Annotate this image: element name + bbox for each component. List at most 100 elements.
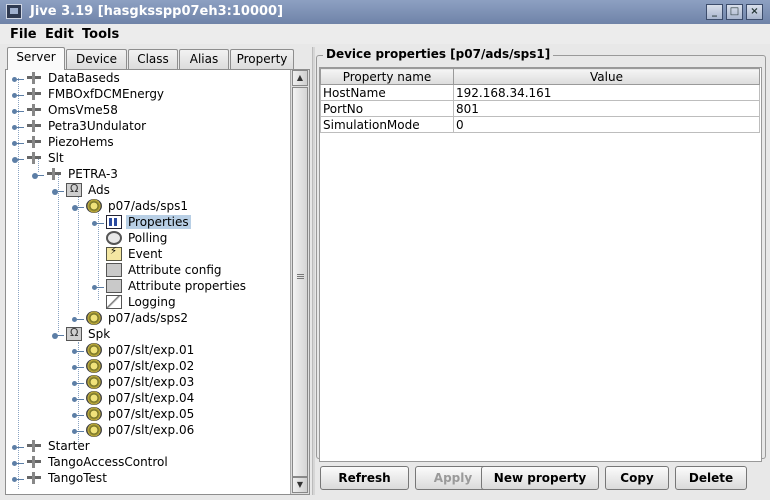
server-icon: [46, 167, 62, 181]
tree-scrollbar[interactable]: ▲ ▼: [290, 70, 309, 494]
tree-node[interactable]: p07/slt/exp.02: [72, 358, 196, 374]
property-name-cell[interactable]: PortNo: [320, 100, 454, 117]
menu-file[interactable]: File: [10, 27, 37, 42]
expand-handle-icon[interactable]: [72, 362, 84, 370]
device-icon: [86, 199, 102, 213]
menu-tools[interactable]: Tools: [82, 27, 119, 42]
device-icon: [86, 343, 102, 357]
tree-node[interactable]: OmsVme58: [12, 102, 120, 118]
menu-edit[interactable]: Edit: [45, 27, 74, 42]
tree-node[interactable]: Logging: [106, 294, 178, 310]
tree-node[interactable]: Attribute properties: [92, 278, 248, 294]
scroll-up-arrow-icon[interactable]: ▲: [292, 70, 308, 86]
expand-handle-icon[interactable]: [72, 410, 84, 418]
tree-node[interactable]: p07/ads/sps1: [72, 198, 190, 214]
right-pane: Device properties [p07/ads/sps1] Propert…: [316, 47, 766, 495]
apply-button[interactable]: Apply: [415, 466, 491, 490]
tree-node[interactable]: p07/ads/sps2: [72, 310, 190, 326]
server-icon: [26, 471, 42, 485]
expand-handle-icon[interactable]: [92, 218, 104, 226]
expand-handle-icon[interactable]: [72, 314, 84, 322]
tree-node-selected[interactable]: Properties: [92, 214, 191, 230]
attribute-properties-icon: [106, 279, 122, 293]
polling-icon: [106, 231, 122, 245]
tree-node[interactable]: Ads: [52, 182, 112, 198]
server-icon: [26, 439, 42, 453]
close-button[interactable]: ×: [746, 4, 763, 20]
scroll-thumb[interactable]: [292, 87, 308, 477]
tree-node[interactable]: Petra3Undulator: [12, 118, 148, 134]
column-header-value[interactable]: Value: [453, 68, 760, 85]
panel-title: Device properties [p07/ads/sps1]: [323, 47, 554, 61]
tree-node[interactable]: p07/slt/exp.06: [72, 422, 196, 438]
expand-handle-icon[interactable]: [12, 74, 24, 82]
tree-node[interactable]: TangoTest: [12, 470, 109, 486]
maximize-button[interactable]: □: [726, 4, 743, 20]
device-icon: [86, 359, 102, 373]
tree-node[interactable]: p07/slt/exp.04: [72, 390, 196, 406]
expand-handle-icon[interactable]: [12, 106, 24, 114]
server-icon: [26, 455, 42, 469]
tab-class[interactable]: Class: [128, 49, 178, 69]
tab-server[interactable]: Server: [7, 47, 65, 70]
tree-node[interactable]: DataBaseds: [12, 70, 122, 86]
table-row[interactable]: PortNo 801: [320, 100, 760, 117]
collapse-handle-icon[interactable]: [72, 202, 84, 211]
tree-node[interactable]: PiezoHems: [12, 134, 116, 150]
tree-node[interactable]: Starter: [12, 438, 92, 454]
scroll-down-arrow-icon[interactable]: ▼: [292, 477, 308, 493]
tree-node[interactable]: p07/slt/exp.05: [72, 406, 196, 422]
tree-node[interactable]: Event: [106, 246, 164, 262]
expand-handle-icon[interactable]: [72, 346, 84, 354]
device-icon: [86, 423, 102, 437]
expand-handle-icon[interactable]: [12, 122, 24, 130]
app-icon: [6, 4, 22, 19]
tree-node[interactable]: Slt: [12, 150, 66, 166]
minimize-button[interactable]: _: [706, 4, 723, 20]
collapse-handle-icon[interactable]: [52, 330, 64, 339]
expand-handle-icon[interactable]: [72, 378, 84, 386]
property-name-cell[interactable]: HostName: [320, 84, 454, 101]
tab-property[interactable]: Property: [230, 49, 294, 69]
collapse-handle-icon[interactable]: [12, 154, 24, 163]
server-tree-panel: DataBaseds FMBOxfDCMEnergy OmsVme58 Petr…: [5, 69, 310, 495]
tree-node[interactable]: Attribute config: [106, 262, 224, 278]
table-row[interactable]: HostName 192.168.34.161: [320, 84, 760, 101]
split-pane-divider[interactable]: [312, 47, 315, 495]
expand-handle-icon[interactable]: [12, 442, 24, 450]
collapse-handle-icon[interactable]: [32, 170, 44, 179]
tree-node[interactable]: PETRA-3: [32, 166, 120, 182]
copy-button[interactable]: Copy: [605, 466, 669, 490]
expand-handle-icon[interactable]: [92, 282, 104, 290]
expand-handle-icon[interactable]: [12, 138, 24, 146]
refresh-button[interactable]: Refresh: [320, 466, 409, 490]
property-value-cell[interactable]: 0: [453, 116, 760, 133]
expand-handle-icon[interactable]: [12, 458, 24, 466]
device-icon: [86, 375, 102, 389]
device-properties-group: Device properties [p07/ads/sps1] Propert…: [316, 47, 766, 462]
collapse-handle-icon[interactable]: [52, 186, 64, 195]
expand-handle-icon[interactable]: [72, 426, 84, 434]
delete-button[interactable]: Delete: [675, 466, 747, 490]
table-row[interactable]: SimulationMode 0: [320, 116, 760, 133]
expand-handle-icon[interactable]: [12, 474, 24, 482]
tree-node[interactable]: Spk: [52, 326, 112, 342]
column-header-property-name[interactable]: Property name: [320, 68, 454, 85]
property-value-cell[interactable]: 192.168.34.161: [453, 84, 760, 101]
tab-device[interactable]: Device: [66, 49, 127, 69]
new-property-button[interactable]: New property: [481, 466, 599, 490]
tab-alias[interactable]: Alias: [179, 49, 229, 69]
event-icon: [106, 246, 122, 261]
attribute-config-icon: [106, 263, 122, 277]
title-bar: Jive 3.19 [hasgksspp07eh3:10000] _ □ ×: [0, 0, 770, 24]
tree-node[interactable]: FMBOxfDCMEnergy: [12, 86, 166, 102]
tree-node[interactable]: TangoAccessControl: [12, 454, 170, 470]
expand-handle-icon[interactable]: [12, 90, 24, 98]
property-value-cell[interactable]: 801: [453, 100, 760, 117]
logging-icon: [106, 295, 122, 309]
expand-handle-icon[interactable]: [72, 394, 84, 402]
tree-node[interactable]: p07/slt/exp.01: [72, 342, 196, 358]
property-name-cell[interactable]: SimulationMode: [320, 116, 454, 133]
tree-node[interactable]: p07/slt/exp.03: [72, 374, 196, 390]
tree-node[interactable]: Polling: [106, 230, 169, 246]
